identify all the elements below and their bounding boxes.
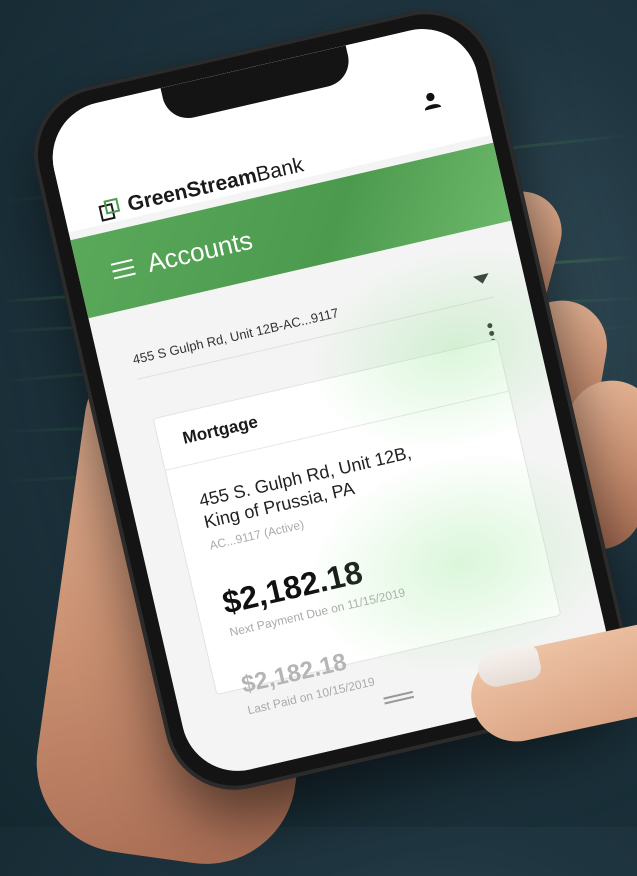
page-title: Accounts xyxy=(144,224,256,278)
bank-logo-icon xyxy=(98,197,121,222)
user-icon[interactable] xyxy=(418,87,444,113)
hamburger-menu-icon[interactable] xyxy=(110,254,137,284)
